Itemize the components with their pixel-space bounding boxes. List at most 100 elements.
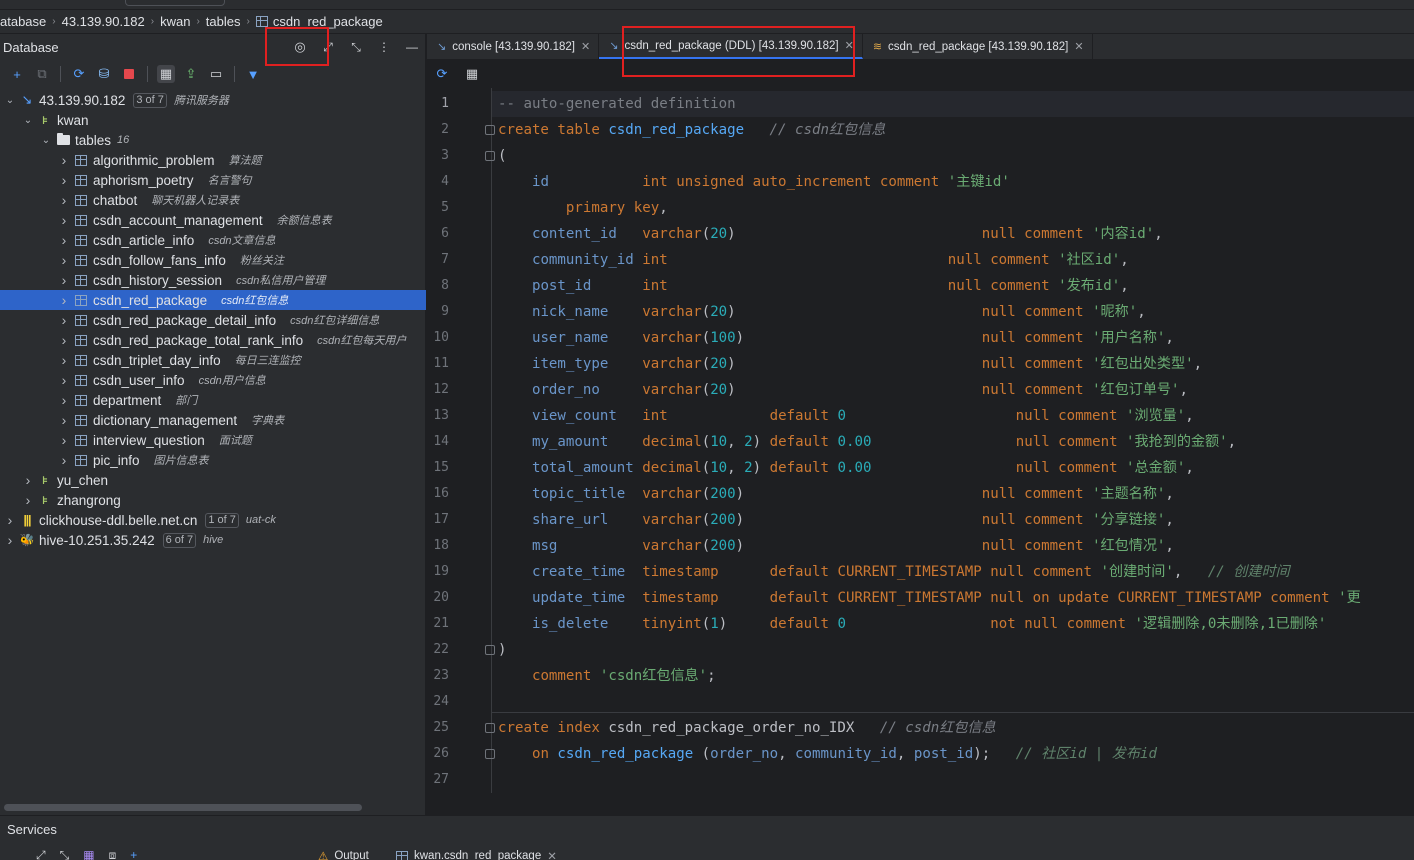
fold-marker-icon[interactable] — [485, 749, 495, 759]
refresh-icon[interactable]: ⟳ — [70, 65, 88, 83]
chevron-right-icon[interactable]: › — [58, 272, 70, 288]
line-number: 21 — [433, 616, 449, 631]
fold-marker-icon[interactable] — [485, 645, 495, 655]
tree-item-csdn-triplet-day-info[interactable]: › csdn_triplet_day_info 每日三连监控 — [0, 350, 426, 370]
chevron-right-icon[interactable]: › — [58, 172, 70, 188]
tree-item-csdn-red-package-detail-info[interactable]: › csdn_red_package_detail_info csdn红包详细信息 — [0, 310, 426, 330]
code-line: order_no varchar(20) null comment '红包订单号… — [498, 377, 1188, 403]
expand-icon[interactable]: ⤢ — [36, 848, 46, 860]
horizontal-scrollbar[interactable] — [4, 804, 362, 811]
close-icon[interactable]: ✕ — [581, 40, 590, 53]
tree-item-hive-10-251-35-242[interactable]: › 🐝 hive-10.251.35.242 6 of 7 hive — [0, 530, 426, 550]
locate-icon[interactable]: ◎ — [293, 39, 307, 54]
chevron-right-icon[interactable]: › — [58, 332, 70, 348]
chevron-right-icon[interactable]: › — [58, 152, 70, 168]
more-options-icon[interactable]: ⋮ — [377, 40, 391, 54]
table-view-icon[interactable]: ▦ — [463, 65, 481, 83]
close-icon[interactable]: ✕ — [1074, 40, 1083, 53]
add-icon[interactable]: + — [130, 848, 137, 860]
table-icon — [255, 16, 268, 27]
filter-icon[interactable]: ▼ — [244, 65, 262, 83]
tree-item-interview-question[interactable]: › interview_question 面试题 — [0, 430, 426, 450]
chevron-right-icon[interactable]: › — [58, 192, 70, 208]
tree-item-algorithmic-problem[interactable]: › algorithmic_problem 算法题 — [0, 150, 426, 170]
add-icon[interactable]: + — [8, 65, 26, 83]
chevron-right-icon[interactable]: › — [58, 252, 70, 268]
tree-item-csdn-user-info[interactable]: › csdn_user_info csdn用户信息 — [0, 370, 426, 390]
tab-console[interactable]: ↘ console [43.139.90.182] ✕ — [427, 34, 600, 59]
tree-item-zhangrong[interactable]: › ⊧ zhangrong — [0, 490, 426, 510]
tree-item-yu-chen[interactable]: › ⊧ yu_chen — [0, 470, 426, 490]
minimize-icon[interactable]: — — [405, 40, 419, 54]
group-icon[interactable]: ▦ — [83, 848, 94, 860]
chevron-right-icon[interactable]: › — [58, 392, 70, 408]
tree-item-43-139-90-182[interactable]: ⌄ ↘ 43.139.90.182 3 of 7 腾讯服务器 — [0, 90, 426, 110]
services-tab-table[interactable]: kwan.csdn_red_package ✕ — [396, 849, 557, 860]
chevron-right-icon[interactable]: › — [58, 452, 70, 468]
schema-count-badge[interactable]: 3 of 7 — [133, 92, 167, 108]
tree-item-csdn-red-package-total-rank-info[interactable]: › csdn_red_package_total_rank_info csdn红包每… — [0, 330, 426, 350]
breadcrumb-item-tables[interactable]: tables — [206, 14, 241, 29]
services-tab-output[interactable]: ⚠ Output — [318, 849, 369, 860]
tree-item-dictionary-management[interactable]: › dictionary_management 字典表 — [0, 410, 426, 430]
close-icon[interactable]: ✕ — [547, 849, 557, 860]
tree-item-csdn-history-session[interactable]: › csdn_history_session csdn私信用户管理 — [0, 270, 426, 290]
tree-item-csdn-article-info[interactable]: › csdn_article_info csdn文章信息 — [0, 230, 426, 250]
tree-item-csdn-account-management[interactable]: › csdn_account_management 余额信息表 — [0, 210, 426, 230]
chevron-right-icon[interactable]: › — [58, 372, 70, 388]
chevron-down-icon[interactable]: ⌄ — [4, 95, 16, 106]
collapse-icon[interactable]: ⤡ — [60, 848, 70, 860]
refresh-icon[interactable]: ⟳ — [433, 65, 451, 83]
close-icon[interactable]: ✕ — [845, 39, 854, 52]
table-view-icon[interactable]: ▦ — [157, 65, 175, 83]
stop-icon[interactable] — [120, 65, 138, 83]
code-editor[interactable]: 1 2 3 4 5 6 7 8 9 10 11 12 13 14 15 16 17 18 19 20 21 22 23 24 2… — [427, 88, 1414, 815]
chevron-right-icon[interactable]: › — [4, 532, 16, 548]
tab-table-data[interactable]: ≋ csdn_red_package [43.139.90.182] ✕ — [863, 34, 1093, 59]
chevron-right-icon[interactable]: › — [58, 312, 70, 328]
breadcrumb-item-table[interactable]: csdn_red_package — [255, 14, 383, 29]
tree-item-department[interactable]: › department 部门 — [0, 390, 426, 410]
breadcrumb-item-database[interactable]: atabase — [0, 14, 46, 29]
layout-icon[interactable]: ⧈ — [109, 848, 117, 860]
copy-icon[interactable]: ⧉ — [33, 65, 51, 83]
schema-compare-icon[interactable]: ⛁ — [95, 65, 113, 83]
tree-item-pic-info[interactable]: › pic_info 图片信息表 — [0, 450, 426, 470]
chevron-right-icon[interactable]: › — [58, 432, 70, 448]
tree-item-csdn-red-package[interactable]: › csdn_red_package csdn红包信息 — [0, 290, 426, 310]
tree-item-aphorism-poetry[interactable]: › aphorism_poetry 名言警句 — [0, 170, 426, 190]
chevron-right-icon[interactable]: › — [4, 512, 16, 528]
fold-marker-icon[interactable] — [485, 723, 495, 733]
breadcrumb-item-schema[interactable]: kwan — [160, 14, 190, 29]
chevron-down-icon[interactable]: ⌄ — [40, 135, 52, 146]
tab-ddl[interactable]: ↘ csdn_red_package (DDL) [43.139.90.182]… — [599, 34, 863, 59]
collapse-icon[interactable]: ⤡ — [349, 40, 363, 54]
chevron-right-icon[interactable]: › — [58, 232, 70, 248]
chevron-right-icon[interactable]: › — [22, 472, 34, 488]
tree-item-chatbot[interactable]: › chatbot 聊天机器人记录表 — [0, 190, 426, 210]
chevron-right-icon[interactable]: › — [58, 352, 70, 368]
run-config-chip[interactable] — [125, 0, 225, 6]
line-number: 5 — [441, 200, 449, 215]
schema-count-badge[interactable]: 1 of 7 — [205, 512, 239, 528]
chevron-right-icon[interactable]: › — [22, 492, 34, 508]
fold-marker-icon[interactable] — [485, 151, 495, 161]
code-token: '逻辑删除,0未删除,1已删除' — [1134, 616, 1327, 632]
chevron-right-icon[interactable]: › — [58, 292, 70, 308]
tree-item-tables[interactable]: ⌄ tables 16 — [0, 130, 426, 150]
chevron-right-icon[interactable]: › — [58, 212, 70, 228]
code-token: null comment — [947, 278, 1059, 294]
tree-item-csdn-follow-fans-info[interactable]: › csdn_follow_fans_info 粉丝关注 — [0, 250, 426, 270]
tree-item-clickhouse-ddl-belle-net-cn[interactable]: › ||| clickhouse-ddl.belle.net.cn 1 of 7 uat… — [0, 510, 426, 530]
export-icon[interactable]: ⇪ — [182, 65, 200, 83]
fold-marker-icon[interactable] — [485, 125, 495, 135]
chevron-right-icon[interactable]: › — [58, 412, 70, 428]
chevron-down-icon[interactable]: ⌄ — [22, 115, 34, 126]
breadcrumb-item-host[interactable]: 43.139.90.182 — [62, 14, 145, 29]
expand-icon[interactable]: ⤢ — [321, 40, 335, 54]
schema-count-badge[interactable]: 6 of 7 — [162, 532, 197, 548]
tree-item-kwan[interactable]: ⌄ ⊧ kwan — [0, 110, 426, 130]
tree-item-label: pic_info — [93, 452, 140, 468]
console-icon[interactable]: ▭ — [207, 65, 225, 83]
